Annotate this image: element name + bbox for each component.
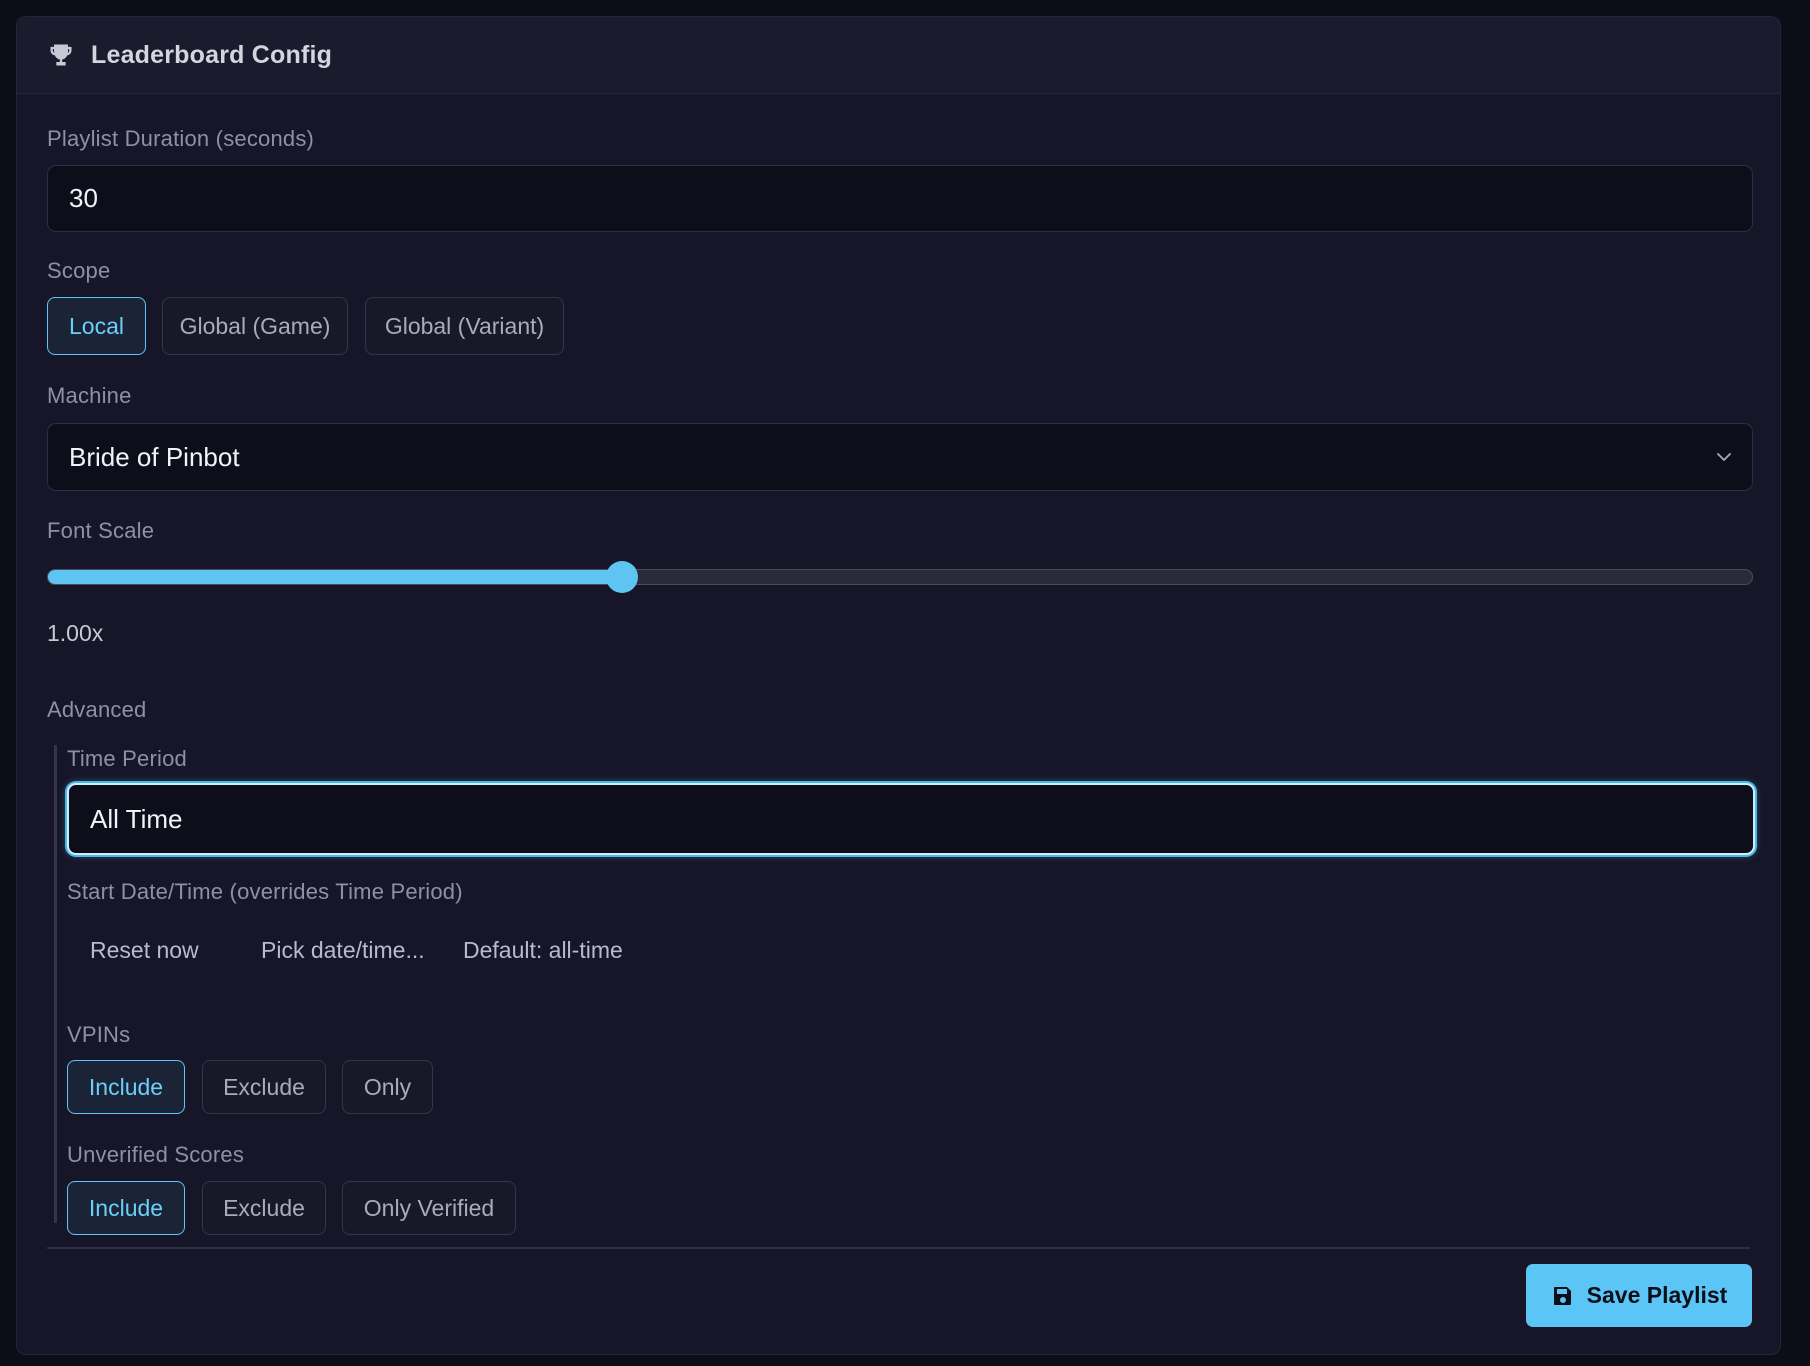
playlist-duration-label: Playlist Duration (seconds) bbox=[47, 126, 315, 151]
vpins-label: VPINs bbox=[67, 1022, 131, 1047]
chevron-down-icon bbox=[1717, 453, 1731, 461]
time-period-value: All Time bbox=[90, 803, 183, 834]
scope-local-button[interactable]: Local bbox=[47, 297, 146, 355]
font-scale-value: 1.00x bbox=[47, 620, 104, 646]
font-scale-slider-thumb[interactable] bbox=[606, 560, 639, 593]
start-datetime-label: Start Date/Time (overrides Time Period) bbox=[67, 879, 463, 904]
scope-label: Scope bbox=[47, 258, 111, 283]
save-playlist-button[interactable]: Save Playlist bbox=[1526, 1264, 1752, 1327]
save-disk-icon bbox=[1553, 1286, 1571, 1305]
pick-datetime-button[interactable]: Pick date/time... bbox=[261, 937, 425, 964]
panel-title: Leaderboard Config bbox=[91, 40, 333, 69]
font-scale-label: Font Scale bbox=[47, 518, 155, 543]
scope-global-game-button[interactable]: Global (Game) bbox=[162, 297, 348, 355]
leaderboard-config-panel: Leaderboard Config Playlist Duration (se… bbox=[16, 16, 1781, 1355]
font-scale-slider-fill bbox=[48, 570, 623, 584]
time-period-label: Time Period bbox=[67, 746, 187, 771]
machine-value: Bride of Pinbot bbox=[69, 441, 240, 472]
unverified-scores-label: Unverified Scores bbox=[67, 1142, 245, 1167]
unverified-exclude-button[interactable]: Exclude bbox=[202, 1181, 326, 1235]
vpins-exclude-button[interactable]: Exclude bbox=[202, 1060, 326, 1114]
start-default-text: Default: all-time bbox=[463, 937, 623, 963]
time-period-select[interactable]: All Time bbox=[67, 783, 1755, 855]
playlist-duration-input[interactable]: 30 bbox=[47, 165, 1753, 232]
vpins-include-button[interactable]: Include bbox=[67, 1060, 185, 1114]
machine-label: Machine bbox=[47, 383, 132, 408]
font-scale-slider[interactable] bbox=[47, 560, 1753, 593]
reset-now-button[interactable]: Reset now bbox=[90, 937, 199, 964]
machine-select[interactable]: Bride of Pinbot bbox=[47, 423, 1753, 491]
panel-header: Leaderboard Config bbox=[17, 17, 1780, 94]
advanced-label: Advanced bbox=[47, 697, 147, 722]
unverified-only-verified-button[interactable]: Only Verified bbox=[342, 1181, 516, 1235]
scope-global-variant-button[interactable]: Global (Variant) bbox=[365, 297, 564, 355]
advanced-section-bar bbox=[54, 745, 57, 1223]
save-playlist-label: Save Playlist bbox=[1586, 1282, 1728, 1308]
trophy-icon bbox=[50, 44, 72, 66]
playlist-duration-value: 30 bbox=[69, 183, 98, 213]
unverified-include-button[interactable]: Include bbox=[67, 1181, 185, 1235]
footer-divider bbox=[47, 1247, 1750, 1249]
vpins-only-button[interactable]: Only bbox=[342, 1060, 433, 1114]
